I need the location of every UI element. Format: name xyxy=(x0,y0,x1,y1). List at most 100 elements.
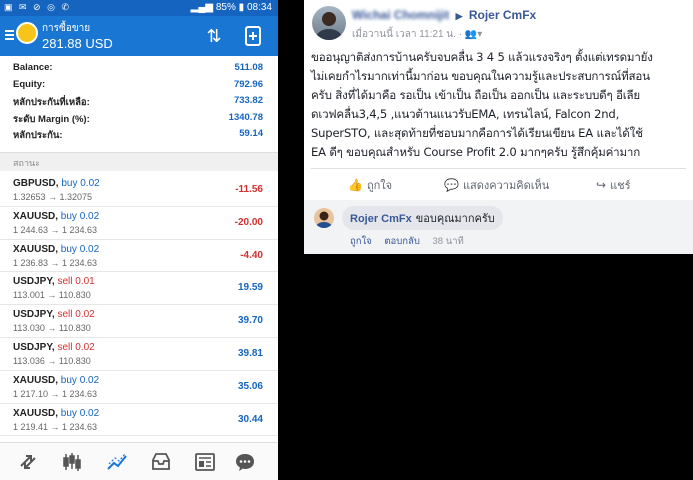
comments-section: Rojer CmFx ขอบคุณมากครับ ถูกใจ ตอบกลับ 38… xyxy=(304,200,693,254)
target-page-name[interactable]: Rojer CmFx xyxy=(469,8,536,22)
share-label: แชร์ xyxy=(610,180,631,192)
signal-icon: ▂▄▆ xyxy=(190,2,214,13)
like-label: ถูกใจ xyxy=(366,180,393,192)
trade-icon[interactable] xyxy=(106,452,128,472)
position-symbol-line: XAUUSD, buy 0.02 xyxy=(13,211,99,222)
summary-value: 59.14 xyxy=(239,128,263,140)
mt4-phone-screen: ▣ ✉ ⊘ ◎ ✆ ▂▄▆ 85% ▮ 08:34 การซื้อขาย 281… xyxy=(0,0,278,480)
post-timestamp[interactable]: เมื่อวานนี้ เวลา 11:21 น. · 👥▾ xyxy=(352,27,482,42)
summary-label: หลักประกัน: xyxy=(13,130,63,142)
position-prices: 1 236.83 → 1 234.63 xyxy=(13,257,98,268)
position-profit: -4.40 xyxy=(240,249,263,261)
summary-value: 1340.78 xyxy=(228,111,263,123)
like-button[interactable]: 👍 ถูกใจ xyxy=(348,176,392,194)
menu-icon[interactable] xyxy=(5,30,14,42)
total-profit: 281.88 USD xyxy=(42,36,113,51)
post-time[interactable]: เมื่อวานนี้ เวลา 11:21 น. · xyxy=(352,29,462,40)
post-body: ขออนุญาติส่งการบ้านครับจบคลื่น 3 4 5 แล้… xyxy=(311,48,686,161)
position-side: sell 0.02 xyxy=(57,309,95,321)
battery-percent: 85% xyxy=(215,2,236,13)
position-row[interactable]: USDJPY, sell 0.02 113.036 → 110.830 39.81 xyxy=(0,338,278,371)
comment-time[interactable]: 38 นาที xyxy=(433,236,464,247)
position-side: buy 0.02 xyxy=(60,374,100,386)
position-symbol-line: XAUUSD, buy 0.02 xyxy=(13,375,99,386)
position-side: buy 0.02 xyxy=(60,243,100,255)
position-symbol: USDJPY, xyxy=(13,276,55,288)
summary-label: Equity: xyxy=(13,78,46,90)
clock: 08:34 xyxy=(246,2,272,13)
position-prices: 1 219.41 → 1 234.63 xyxy=(13,421,98,432)
position-row[interactable]: USDJPY, sell 0.02 113.030 → 110.830 39.70 xyxy=(0,305,278,338)
position-row[interactable]: XAUUSD, buy 0.02 1 217.10 → 1 234.63 35.06 xyxy=(0,371,278,404)
comment-icon: 💬 xyxy=(444,178,459,192)
new-order-icon[interactable] xyxy=(241,24,265,48)
author-avatar[interactable] xyxy=(312,6,346,40)
comment-author[interactable]: Rojer CmFx xyxy=(350,213,412,225)
summary-label: หลักประกันที่เหลือ: xyxy=(13,97,90,109)
summary-row: Equity: 792.96 xyxy=(0,77,278,94)
positions-section-label: สถานะ xyxy=(13,158,40,168)
position-row[interactable]: GBPUSD, buy 0.02 1.32653 → 1.32075 -11.56 xyxy=(0,174,278,207)
summary-label: Balance: xyxy=(13,62,53,73)
position-row[interactable]: XAUUSD, buy 0.02 1 236.83 → 1 234.63 -4.40 xyxy=(0,240,278,273)
position-symbol: USDJPY, xyxy=(13,309,55,321)
position-side: sell 0.02 xyxy=(57,341,95,353)
position-prices: 1.32653 → 1.32075 xyxy=(13,192,93,202)
battery-icon: ▮ xyxy=(238,2,245,13)
position-profit: 30.44 xyxy=(237,413,263,425)
divider xyxy=(311,168,686,169)
status-right: ▂▄▆ 85% ▮ 08:34 xyxy=(191,2,272,13)
comment-button[interactable]: 💬 แสดงความคิดเห็น xyxy=(444,176,549,194)
position-side: buy 0.02 xyxy=(60,210,100,222)
position-symbol-line: XAUUSD, buy 0.02 xyxy=(13,244,99,255)
position-row[interactable]: XAUUSD, buy 0.02 1 219.41 → 1 234.63 30.44 xyxy=(0,404,278,437)
comment-reply-link[interactable]: ตอบกลับ xyxy=(384,236,420,247)
share-icon: ↪ xyxy=(596,178,607,192)
app-bar: การซื้อขาย 281.88 USD ⇅ xyxy=(0,16,278,56)
sort-icon[interactable]: ⇅ xyxy=(202,24,226,48)
quotes-icon[interactable] xyxy=(17,452,39,472)
post-text-line: ครับ สิ่งที่ได้มาคือ รอเป็น เข้าเป็น ถือ… xyxy=(311,87,641,102)
post-text-line: SuperSTO, และสุดท้ายที่ชอบมากคือการได้เร… xyxy=(311,125,643,140)
position-profit: 39.81 xyxy=(237,347,263,359)
position-symbol-line: USDJPY, sell 0.02 xyxy=(13,342,95,353)
position-row[interactable]: USDJPY, sell 0.01 113.001 → 110.830 19.59 xyxy=(0,272,278,306)
audience-icon: 👥▾ xyxy=(464,29,483,40)
commenter-avatar[interactable] xyxy=(314,208,334,228)
share-button[interactable]: ↪ แชร์ xyxy=(596,176,631,194)
summary-row: Balance: 511.08 xyxy=(0,60,278,77)
news-icon[interactable] xyxy=(194,452,216,472)
position-row[interactable]: XAUUSD, buy 0.02 1 244.63 → 1 234.63 -20.0… xyxy=(0,207,278,240)
account-summary: Balance: 511.08 Equity: 792.96 หลักประกันที่… xyxy=(0,60,278,143)
position-profit: 39.70 xyxy=(237,315,263,327)
position-prices: 1 217.10 → 1 234.63 xyxy=(13,388,98,399)
position-symbol: XAUUSD, xyxy=(13,407,59,419)
history-icon[interactable] xyxy=(150,452,172,472)
chart-icon[interactable] xyxy=(61,452,83,472)
summary-value: 792.96 xyxy=(233,78,263,90)
position-prices: 113.036 → 110.830 xyxy=(13,355,91,366)
summary-row: หลักประกัน: 59.14 xyxy=(0,126,278,143)
comment-actions: ถูกใจ ตอบกลับ 38 นาที xyxy=(350,234,464,249)
position-symbol-line: GBPUSD, buy 0.02 xyxy=(13,178,100,189)
comment-like-link[interactable]: ถูกใจ xyxy=(350,236,372,247)
post-actions: 👍 ถูกใจ 💬 แสดงความคิดเห็น ↪ แชร์ xyxy=(304,171,693,195)
author-name[interactable]: Wichai Chomnijit xyxy=(352,8,449,22)
position-prices: 113.001 → 110.830 xyxy=(13,290,91,301)
summary-label: ระดับ Margin (%): xyxy=(13,113,90,125)
position-profit: -20.00 xyxy=(234,216,263,228)
summary-value: 733.82 xyxy=(233,95,263,107)
chat-icon[interactable] xyxy=(234,452,256,472)
post-text-line: ไม่เคยกำไรมากเท่านี้มาก่อน ขอบคุณในความร… xyxy=(311,68,650,83)
thumbs-up-icon: 👍 xyxy=(348,178,363,192)
comment-bubble: Rojer CmFx ขอบคุณมากครับ xyxy=(342,206,503,230)
position-symbol-line: USDJPY, sell 0.01 xyxy=(13,276,95,287)
screen-title: การซื้อขาย xyxy=(42,23,91,34)
position-side: sell 0.01 xyxy=(57,276,95,288)
post-text-line: ขออนุญาติส่งการบ้านครับจบคลื่น 3 4 5 แล้… xyxy=(311,50,653,64)
position-symbol-line: XAUUSD, buy 0.02 xyxy=(13,408,99,419)
facebook-post: Wichai Chomnijit ▶ Rojer CmFx เมื่อวานนี… xyxy=(304,0,693,254)
position-symbol: XAUUSD, xyxy=(13,210,59,222)
position-prices: 113.030 → 110.830 xyxy=(13,323,91,334)
position-symbol: XAUUSD, xyxy=(13,243,59,255)
